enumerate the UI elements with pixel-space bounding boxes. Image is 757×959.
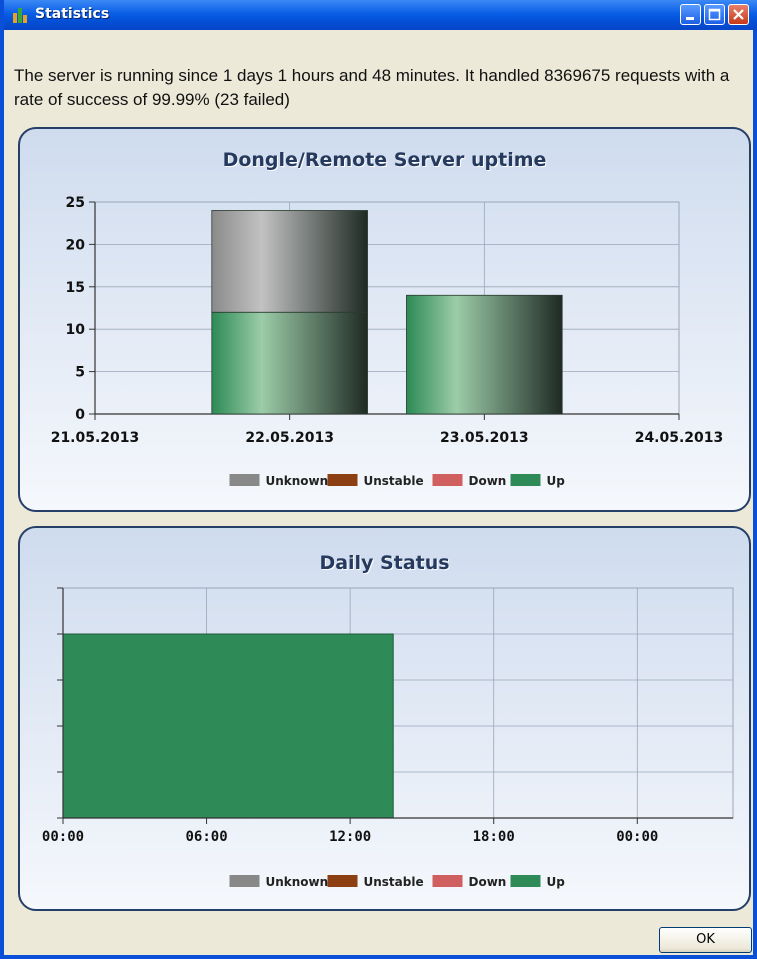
server-status-message: The server is running since 1 days 1 hou… — [14, 66, 730, 109]
uptime-ytick-label: 25 — [66, 195, 85, 211]
legend-label-unknown: Unknown — [266, 474, 329, 488]
uptime-xtick-label: 22.05.2013 — [245, 430, 334, 446]
uptime-bar-unknown-22.05.2013 — [211, 210, 368, 313]
uptime-xtick-label: 24.05.2013 — [635, 430, 724, 446]
legend-label-unstable: Unstable — [364, 875, 424, 889]
uptime-ytick-label: 0 — [75, 407, 85, 423]
legend-swatch-unknown — [229, 875, 260, 887]
uptime-bar-up-23.05.2013 — [406, 294, 563, 415]
daily-xtick-label: 18:00 — [473, 829, 515, 845]
title-bar[interactable]: Statistics — [4, 0, 757, 30]
uptime-xtick-label: 21.05.2013 — [51, 430, 140, 446]
uptime-plot-area — [94, 201, 680, 415]
legend-label-up: Up — [547, 474, 566, 488]
maximize-button[interactable] — [704, 4, 725, 25]
close-icon — [733, 9, 744, 20]
legend-label-down: Down — [469, 474, 507, 488]
daily-segment-up — [62, 633, 394, 819]
uptime-ytick-label: 5 — [75, 365, 85, 381]
ok-button[interactable]: OK — [659, 927, 752, 953]
legend-label-unknown: Unknown — [266, 875, 329, 889]
uptime-ytick-label: 10 — [66, 322, 86, 338]
minimize-button[interactable] — [680, 4, 701, 25]
legend-label-up: Up — [547, 875, 566, 889]
daily-status-chart: 00:00 06:00 12:00 18:00 00:00 Unknown Unstable… — [42, 587, 734, 889]
daily-xtick-label: 00:00 — [42, 829, 84, 845]
legend-swatch-up — [510, 474, 541, 486]
uptime-ytick-label: 15 — [66, 280, 85, 296]
daily-xtick-label: 12:00 — [329, 829, 371, 845]
uptime-chart-panel: Dongle/Remote Server uptime 0 5 10 15 20 25 21… — [18, 127, 751, 512]
legend-swatch-unstable — [327, 474, 358, 486]
maximize-icon — [708, 8, 721, 21]
daily-status-panel: Daily Status 00:00 06:00 12:00 18:00 00:00 Un… — [18, 526, 751, 911]
uptime-chart: 0 5 10 15 20 25 21.05.2013 22.05.2013 23.05.2013… — [51, 195, 724, 488]
minimize-icon — [686, 17, 694, 20]
legend-swatch-unknown — [229, 474, 260, 486]
legend-label-unstable: Unstable — [364, 474, 424, 488]
window-title: Statistics — [35, 6, 110, 22]
daily-xtick-label: 00:00 — [616, 829, 658, 845]
legend-swatch-unstable — [327, 875, 358, 887]
legend-label-down: Down — [469, 875, 507, 889]
uptime-bar-up-22.05.2013 — [211, 311, 368, 415]
uptime-xtick-label: 23.05.2013 — [440, 430, 529, 446]
statistics-app-icon — [13, 8, 27, 23]
uptime-ytick-label: 20 — [66, 237, 86, 253]
daily-xtick-label: 06:00 — [185, 829, 227, 845]
legend-swatch-down — [432, 875, 463, 887]
close-button[interactable] — [728, 4, 749, 25]
legend-swatch-up — [510, 875, 541, 887]
statistics-window: Statistics The server is running since 1… — [0, 0, 757, 959]
legend-swatch-down — [432, 474, 463, 486]
